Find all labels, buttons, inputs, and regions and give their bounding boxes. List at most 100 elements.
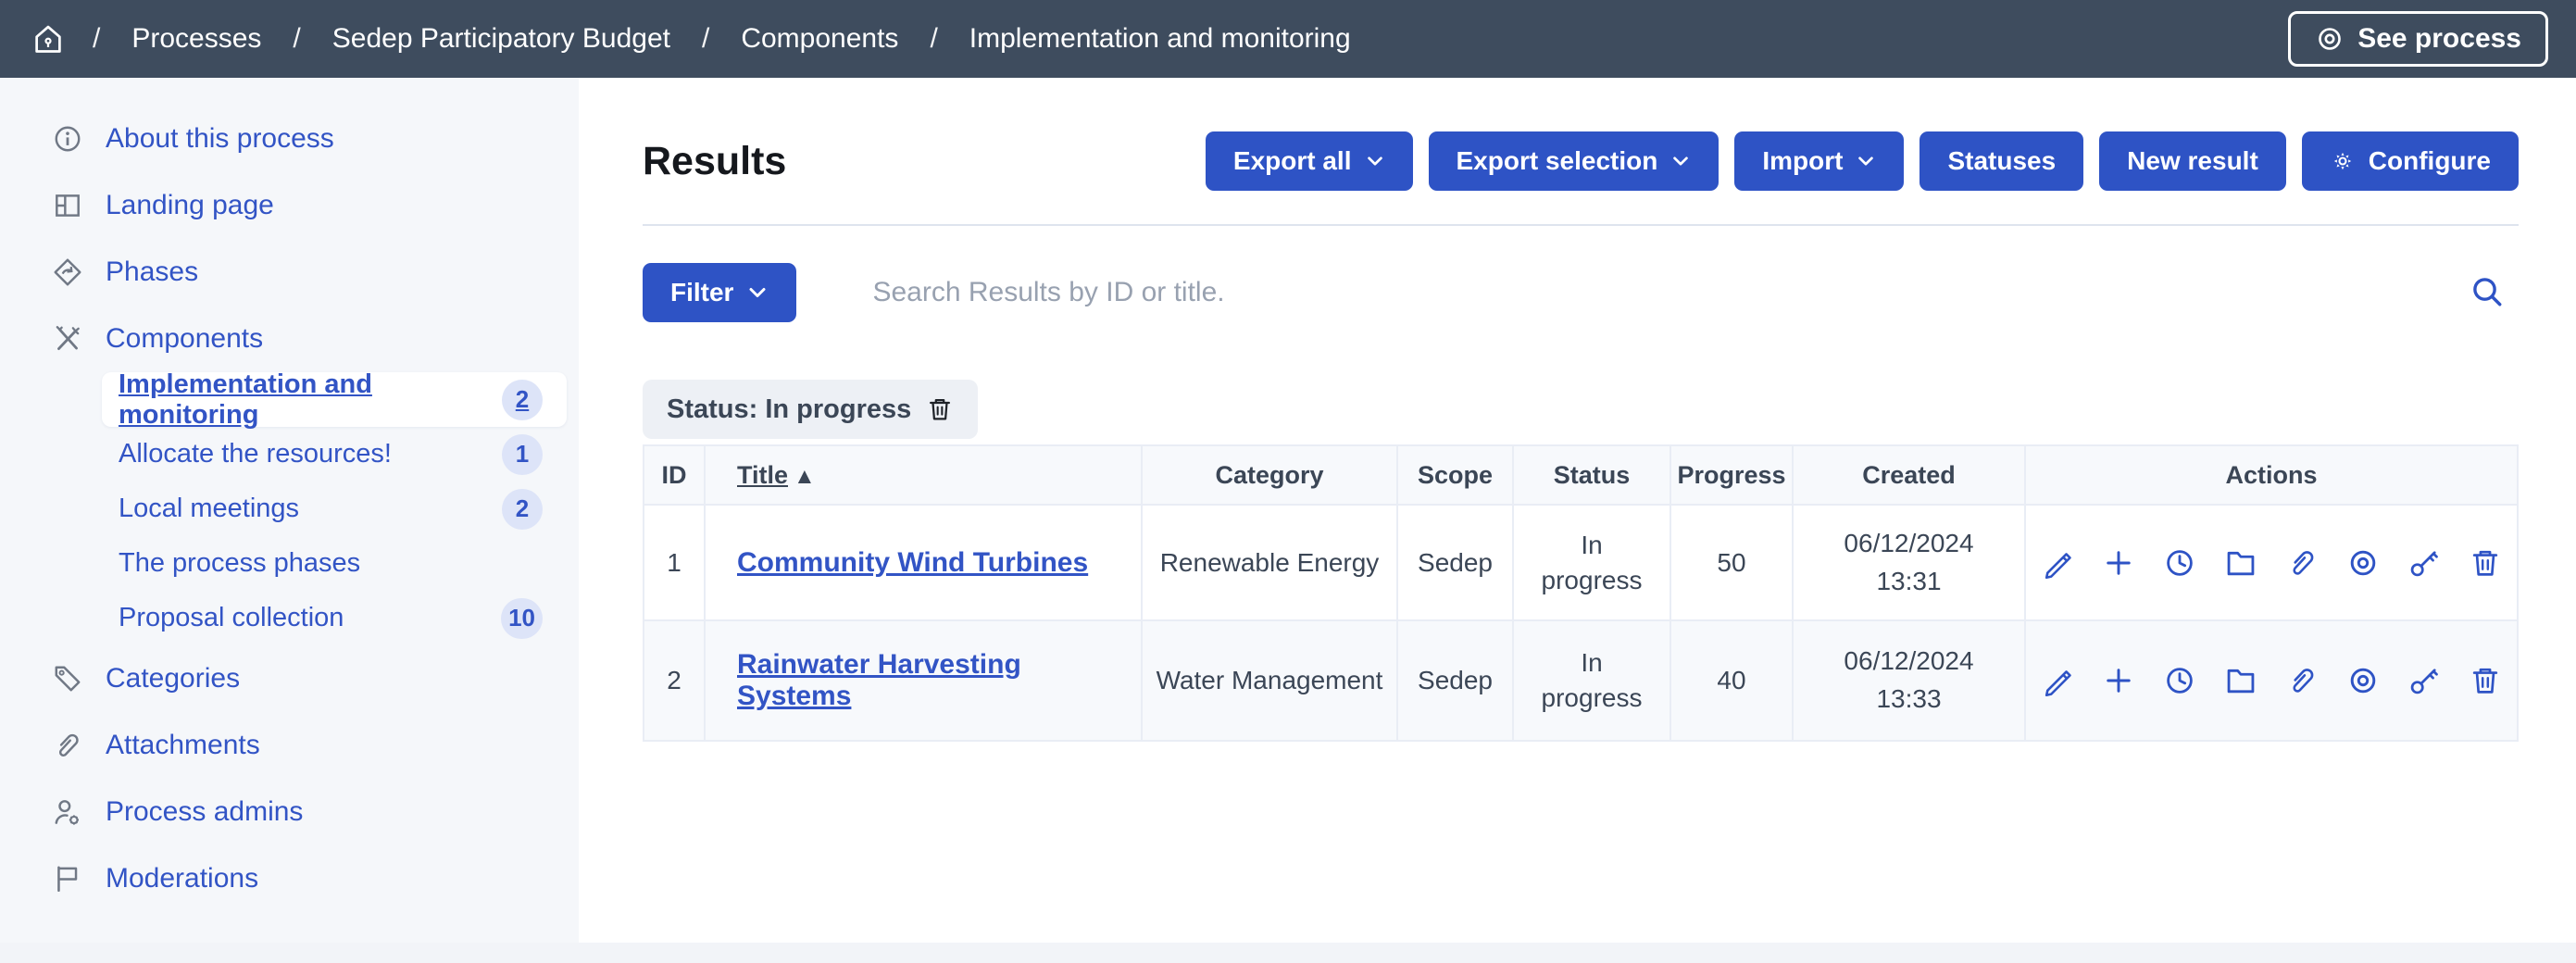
sidebar-subitem-proposal-collection[interactable]: Proposal collection 10 <box>102 591 567 645</box>
sidebar-subitem-implementation-monitoring[interactable]: Implementation and monitoring 2 <box>102 372 567 427</box>
see-process-button[interactable]: See process <box>2288 11 2548 67</box>
tag-icon <box>52 663 83 694</box>
chevron-down-icon <box>1365 151 1385 171</box>
cell-category: Water Management <box>1142 620 1397 741</box>
edit-button[interactable] <box>2041 664 2074 697</box>
cell-progress: 40 <box>1670 620 1793 741</box>
table-row: 1 Community Wind Turbines Renewable Ener… <box>644 505 2518 620</box>
table-header-row: ID Title▲ Category Scope Status Progress… <box>644 445 2518 505</box>
table-row: 2 Rainwater Harvesting Systems Water Man… <box>644 620 2518 741</box>
breadcrumb-separator: / <box>93 23 100 55</box>
home-icon[interactable] <box>31 22 65 56</box>
breadcrumb-processes[interactable]: Processes <box>131 23 261 55</box>
add-icon <box>2102 546 2135 580</box>
sidebar-item-process-admins[interactable]: Process admins <box>0 779 579 845</box>
subitem-label: The process phases <box>119 548 360 579</box>
status-filter-chip: Status: In progress <box>643 380 978 439</box>
breadcrumb-components[interactable]: Components <box>741 23 898 55</box>
filter-button[interactable]: Filter <box>643 263 796 322</box>
trash-icon <box>2469 546 2502 580</box>
title-sort-link[interactable]: Title <box>737 461 788 489</box>
toolbar: Export all Export selection Import Statu… <box>1206 131 2519 191</box>
statuses-button[interactable]: Statuses <box>1919 131 2083 191</box>
sidebar-item-landing-page[interactable]: Landing page <box>0 172 579 239</box>
cell-created: 06/12/2024 13:33 <box>1793 620 2025 741</box>
folder-button[interactable] <box>2224 664 2257 697</box>
preview-button[interactable] <box>2346 664 2380 697</box>
sidebar-item-attachments[interactable]: Attachments <box>0 712 579 779</box>
sidebar-item-label: Moderations <box>106 863 258 894</box>
sidebar-item-about[interactable]: About this process <box>0 106 579 172</box>
new-result-button[interactable]: New result <box>2099 131 2286 191</box>
folder-icon <box>2224 664 2257 697</box>
subitem-label: Implementation and monitoring <box>119 369 502 431</box>
add-icon <box>2102 664 2135 697</box>
permissions-button[interactable] <box>2407 664 2441 697</box>
import-button[interactable]: Import <box>1734 131 1904 191</box>
chevron-down-icon <box>1670 151 1691 171</box>
sidebar-item-components[interactable]: Components <box>0 306 579 372</box>
folder-icon <box>2224 546 2257 580</box>
cell-id: 1 <box>644 505 705 620</box>
remove-filter-button[interactable] <box>926 395 954 423</box>
delete-button[interactable] <box>2469 664 2502 697</box>
configure-button[interactable]: Configure <box>2302 131 2519 191</box>
tools-icon <box>52 323 83 355</box>
attachment-icon <box>2285 546 2319 580</box>
cell-actions <box>2025 505 2518 620</box>
breadcrumb: / Processes / Sedep Participatory Budget… <box>93 23 1351 55</box>
key-icon <box>2407 546 2441 580</box>
attachment-icon <box>2285 664 2319 697</box>
folder-button[interactable] <box>2224 546 2257 580</box>
timeline-button[interactable] <box>2163 546 2196 580</box>
layout-icon <box>52 190 83 221</box>
header-divider <box>643 224 2519 226</box>
breadcrumb-separator: / <box>930 23 937 55</box>
result-title-link[interactable]: Community Wind Turbines <box>737 547 1088 578</box>
header-status: Status <box>1513 445 1670 505</box>
cell-status: In progress <box>1513 505 1670 620</box>
cell-progress: 50 <box>1670 505 1793 620</box>
see-process-label: See process <box>2357 23 2521 55</box>
sidebar-subitem-allocate-resources[interactable]: Allocate the resources! 1 <box>102 427 567 482</box>
breadcrumb-separator: / <box>702 23 709 55</box>
permissions-button[interactable] <box>2407 546 2441 580</box>
result-title-link[interactable]: Rainwater Harvesting Systems <box>737 649 1021 711</box>
breadcrumb-separator: / <box>293 23 300 55</box>
edit-icon <box>2041 546 2074 580</box>
header-progress: Progress <box>1670 445 1793 505</box>
export-all-button[interactable]: Export all <box>1206 131 1413 191</box>
edit-button[interactable] <box>2041 546 2074 580</box>
sidebar-item-label: Attachments <box>106 730 260 761</box>
count-badge: 2 <box>502 489 543 530</box>
chip-label: Status: In progress <box>667 394 911 425</box>
search-input[interactable] <box>872 277 2456 308</box>
cell-scope: Sedep <box>1397 620 1513 741</box>
breadcrumb-process-name[interactable]: Sedep Participatory Budget <box>332 23 670 55</box>
attachments-button[interactable] <box>2285 664 2319 697</box>
preview-button[interactable] <box>2346 546 2380 580</box>
sidebar-subitem-process-phases[interactable]: The process phases <box>102 536 567 591</box>
add-button[interactable] <box>2102 546 2135 580</box>
eye-icon <box>2315 24 2345 54</box>
sidebar-item-label: Phases <box>106 256 198 288</box>
search-button[interactable] <box>2456 273 2519 313</box>
breadcrumb-current[interactable]: Implementation and monitoring <box>969 23 1351 55</box>
timeline-button[interactable] <box>2163 664 2196 697</box>
cell-actions <box>2025 620 2518 741</box>
sidebar-item-label: Components <box>106 323 263 355</box>
add-button[interactable] <box>2102 664 2135 697</box>
sidebar-item-moderations[interactable]: Moderations <box>0 845 579 912</box>
sidebar-item-categories[interactable]: Categories <box>0 645 579 712</box>
sort-ascending-icon: ▲ <box>794 464 816 490</box>
trash-icon <box>2469 664 2502 697</box>
cell-scope: Sedep <box>1397 505 1513 620</box>
sidebar: About this process Landing page Phases C… <box>0 78 579 943</box>
export-selection-button[interactable]: Export selection <box>1429 131 1719 191</box>
cell-category: Renewable Energy <box>1142 505 1397 620</box>
eye-icon <box>2346 664 2380 697</box>
sidebar-item-phases[interactable]: Phases <box>0 239 579 306</box>
delete-button[interactable] <box>2469 546 2502 580</box>
attachments-button[interactable] <box>2285 546 2319 580</box>
sidebar-subitem-local-meetings[interactable]: Local meetings 2 <box>102 482 567 536</box>
